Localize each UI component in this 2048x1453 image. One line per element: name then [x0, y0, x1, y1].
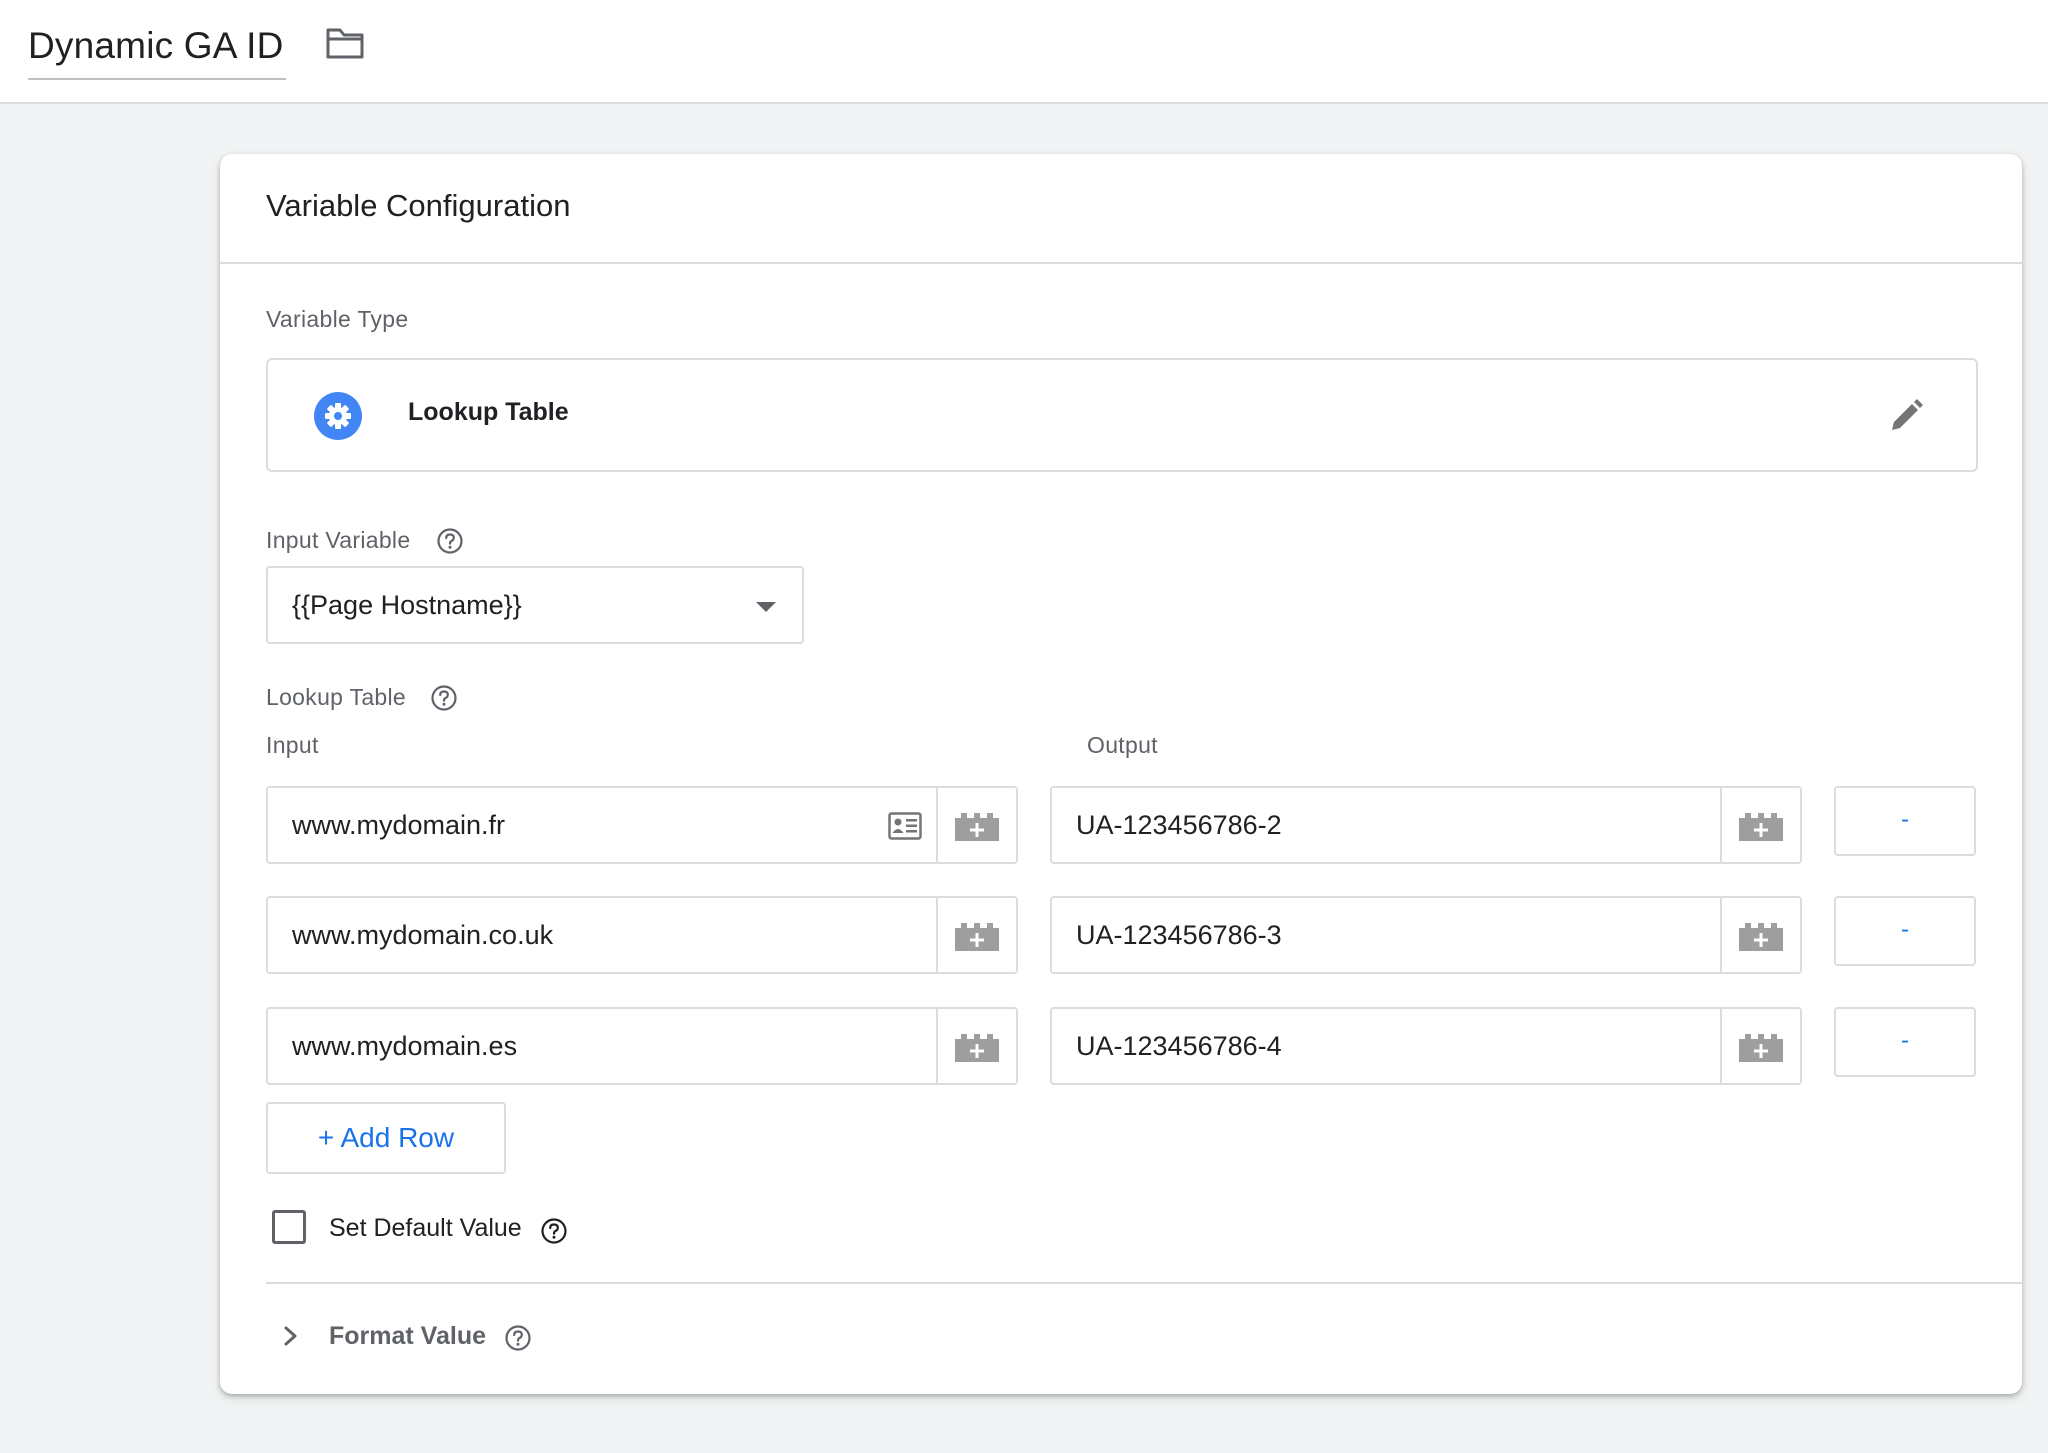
input-variable-label: Input Variable: [266, 527, 411, 553]
card-title: Variable Configuration: [266, 188, 571, 223]
lookup-input-value: www.mydomain.fr: [292, 810, 506, 840]
lookup-output-field[interactable]: UA-123456786-2: [1050, 786, 1802, 864]
variable-name[interactable]: Dynamic GA ID: [28, 25, 284, 67]
help-icon[interactable]: [540, 1217, 568, 1245]
card-header: Variable Configuration: [220, 154, 2022, 264]
help-icon[interactable]: [430, 684, 458, 712]
lookup-input-field[interactable]: www.mydomain.co.uk: [266, 896, 1018, 974]
input-column-label: Input: [266, 732, 319, 758]
folder-icon[interactable]: [325, 26, 365, 60]
pencil-icon[interactable]: [1886, 396, 1926, 436]
insert-variable-button[interactable]: [936, 788, 1016, 862]
lookup-input-field[interactable]: www.mydomain.fr: [266, 786, 1018, 864]
remove-row-button[interactable]: -: [1834, 896, 1976, 966]
variable-type-name: Lookup Table: [408, 398, 569, 426]
add-row-button[interactable]: + Add Row: [266, 1102, 506, 1174]
input-variable-select[interactable]: {{Page Hostname}}: [266, 566, 804, 644]
lookup-output-value: UA-123456786-2: [1076, 810, 1282, 840]
lookup-output-value: UA-123456786-3: [1076, 920, 1282, 950]
output-column-label: Output: [1087, 732, 1158, 758]
insert-variable-button[interactable]: [1720, 1009, 1800, 1083]
lookup-output-value: UA-123456786-4: [1076, 1031, 1282, 1061]
lookup-input-value: www.mydomain.es: [292, 1031, 518, 1061]
variable-configuration-card: Variable Configuration Variable Type Loo…: [220, 154, 2022, 1394]
gear-icon: [314, 392, 362, 440]
set-default-value-label[interactable]: Set Default Value: [329, 1214, 522, 1243]
lookup-table-label: Lookup Table: [266, 684, 407, 710]
help-icon[interactable]: [504, 1324, 532, 1352]
insert-variable-button[interactable]: [936, 898, 1016, 972]
insert-variable-button[interactable]: [1720, 788, 1800, 862]
variable-name-field[interactable]: Dynamic GA ID: [28, 14, 286, 80]
chevron-right-icon[interactable]: [280, 1322, 302, 1350]
variable-type-label: Variable Type: [266, 306, 409, 332]
variable-block-icon: [955, 923, 999, 951]
variable-block-icon: [1739, 923, 1783, 951]
variable-block-icon: [1739, 1034, 1783, 1062]
insert-variable-button[interactable]: [936, 1009, 1016, 1083]
format-value-toggle[interactable]: Format Value: [329, 1322, 486, 1351]
remove-row-button[interactable]: -: [1834, 1007, 1976, 1077]
lookup-output-field[interactable]: UA-123456786-3: [1050, 896, 1802, 974]
remove-row-button[interactable]: -: [1834, 786, 1976, 856]
input-variable-value: {{Page Hostname}}: [292, 590, 522, 620]
section-divider: [266, 1282, 2022, 1284]
contact-card-icon[interactable]: [888, 812, 922, 840]
insert-variable-button[interactable]: [1720, 898, 1800, 972]
top-bar: Dynamic GA ID: [0, 0, 2048, 104]
variable-type-selector[interactable]: Lookup Table: [266, 358, 1978, 472]
set-default-value-checkbox[interactable]: [272, 1210, 306, 1244]
variable-block-icon: [1739, 813, 1783, 841]
help-icon[interactable]: [436, 527, 464, 555]
lookup-input-value: www.mydomain.co.uk: [292, 920, 554, 950]
variable-block-icon: [955, 1034, 999, 1062]
lookup-output-field[interactable]: UA-123456786-4: [1050, 1007, 1802, 1085]
caret-down-icon: [756, 602, 776, 612]
variable-block-icon: [955, 813, 999, 841]
lookup-input-field[interactable]: www.mydomain.es: [266, 1007, 1018, 1085]
